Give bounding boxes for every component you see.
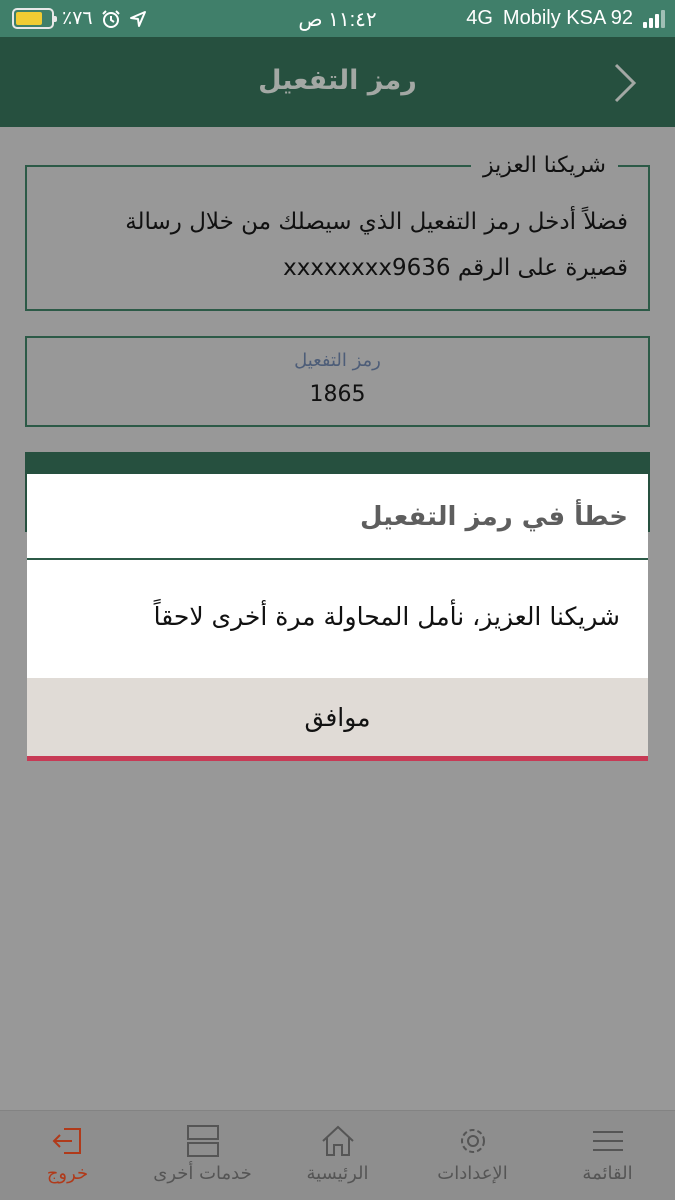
tab-label: الرئيسية (306, 1163, 369, 1184)
gear-icon (460, 1129, 485, 1153)
home-icon (321, 1125, 354, 1156)
error-alert: خطأ في رمز التفعيل شريكنا العزيز، نأمل ا… (27, 474, 648, 761)
page-title: رمز التفعيل (258, 65, 417, 96)
tab-menu[interactable]: القائمة (540, 1111, 675, 1200)
info-box: شريكنا العزيز فضلاً أدخل رمز التفعيل الذ… (25, 153, 650, 311)
activation-code-field[interactable]: رمز التفعيل 1865 (25, 336, 650, 427)
alert-divider (27, 558, 648, 560)
menu-icon (592, 1131, 623, 1151)
info-line-2: قصيرة على الرقم xxxxxxxx9636 (283, 255, 628, 281)
info-line-1: فضلاً أدخل رمز التفعيل الذي سيصلك من خلا… (125, 209, 628, 235)
info-text: فضلاً أدخل رمز التفعيل الذي سيصلك من خلا… (45, 199, 628, 291)
network-type: 4G (466, 7, 493, 29)
nav-bar: رمز التفعيل (0, 37, 675, 127)
activation-code-value[interactable]: 1865 (27, 382, 648, 407)
info-legend: شريكنا العزيز (470, 153, 618, 178)
other-services-icon (186, 1125, 219, 1157)
tab-logout[interactable]: خروج (0, 1111, 135, 1200)
tab-settings[interactable]: الإعدادات (405, 1111, 540, 1200)
carrier-name: Mobily KSA 92 (502, 7, 633, 29)
status-bar: ٪٧٦ ١١:٤٢ ص 4G Mobily KSA 92 (0, 0, 675, 37)
tab-label: خدمات أخرى (153, 1163, 252, 1184)
status-right: 4G Mobily KSA 92 (466, 7, 665, 30)
activation-code-label: رمز التفعيل (294, 350, 381, 371)
tab-home[interactable]: الرئيسية (270, 1111, 405, 1200)
tab-label: القائمة (582, 1163, 633, 1184)
tab-label: الإعدادات (437, 1163, 508, 1184)
back-chevron-icon[interactable] (606, 61, 646, 105)
alert-title: خطأ في رمز التفعيل (359, 502, 628, 532)
tab-other-services[interactable]: خدمات أخرى (135, 1111, 270, 1200)
alert-message: شريكنا العزيز، نأمل المحاولة مرة أخرى لا… (153, 602, 620, 631)
tab-bar: خروج خدمات أخرى الرئيسية الإعدادات القائ… (0, 1110, 675, 1200)
signal-icon (643, 9, 665, 28)
logout-icon (52, 1128, 81, 1154)
ok-button[interactable]: موافق (27, 678, 648, 761)
tab-label: خروج (46, 1163, 89, 1184)
